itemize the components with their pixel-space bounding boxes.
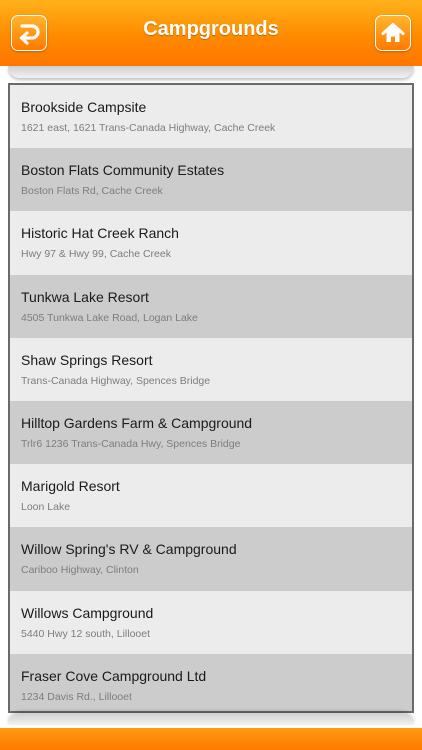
campground-list: Brookside Campsite 1621 east, 1621 Trans… [8,83,414,713]
campground-name: Historic Hat Creek Ranch [21,225,179,242]
home-button[interactable] [375,15,411,51]
campground-address: Boston Flats Rd, Cache Creek [21,185,163,198]
page-title: Campgrounds [143,18,279,40]
footer-bar [0,728,422,750]
campground-name: Marigold Resort [21,478,120,495]
campground-address: 1621 east, 1621 Trans-Canada Highway, Ca… [21,122,276,134]
bottom-shade [8,713,414,725]
header-bar: Campgrounds [0,0,422,66]
campground-address: Loon Lake [21,501,71,514]
list-item[interactable]: Willow Spring's RV & Campground Cariboo … [10,527,412,591]
campground-address: 5440 Hwy 12 south, Lillooet [21,627,150,640]
list-item[interactable]: Boston Flats Community Estates Boston Fl… [10,148,412,212]
campground-name: Shaw Springs Resort [21,351,153,368]
campground-name: Tunkwa Lake Resort [21,288,149,305]
list-item[interactable]: Historic Hat Creek Ranch Hwy 97 & Hwy 99… [10,211,412,275]
campground-name: Willows Campground [21,604,154,621]
campground-address: Trans-Canada Highway, Spences Bridge [21,374,211,387]
list-item[interactable]: Brookside Campsite 1621 east, 1621 Trans… [10,85,412,149]
list-item[interactable]: Willows Campground 5440 Hwy 12 south, Li… [10,590,412,654]
list-item[interactable]: Fraser Cove Campground Ltd 1234 Davis Rd… [10,653,412,711]
campground-name: Boston Flats Community Estates [21,162,225,179]
campground-name: Hilltop Gardens Farm & Campground [21,414,253,431]
campground-address: 1234 Davis Rd., Lillooet [21,690,132,703]
list-item[interactable]: Tunkwa Lake Resort 4505 Tunkwa Lake Road… [10,274,412,338]
home-icon [381,23,405,42]
campground-name: Fraser Cove Campground Ltd [21,667,207,684]
campground-name: Brookside Campsite [21,99,147,115]
top-shade [8,66,414,78]
campground-address: Trlr6 1236 Trans-Canada Hwy, Spences Bri… [21,437,241,450]
list-item[interactable]: Shaw Springs Resort Trans-Canada Highway… [10,337,412,401]
campground-name: Willow Spring's RV & Campground [21,541,237,558]
campground-address: Cariboo Highway, Clinton [21,564,139,577]
list-item[interactable]: Marigold Resort Loon Lake [10,464,412,528]
campground-address: 4505 Tunkwa Lake Road, Logan Lake [21,311,198,324]
list-item[interactable]: Hilltop Gardens Farm & Campground Trlr6 … [10,400,412,465]
campground-address: Hwy 97 & Hwy 99, Cache Creek [21,248,171,261]
